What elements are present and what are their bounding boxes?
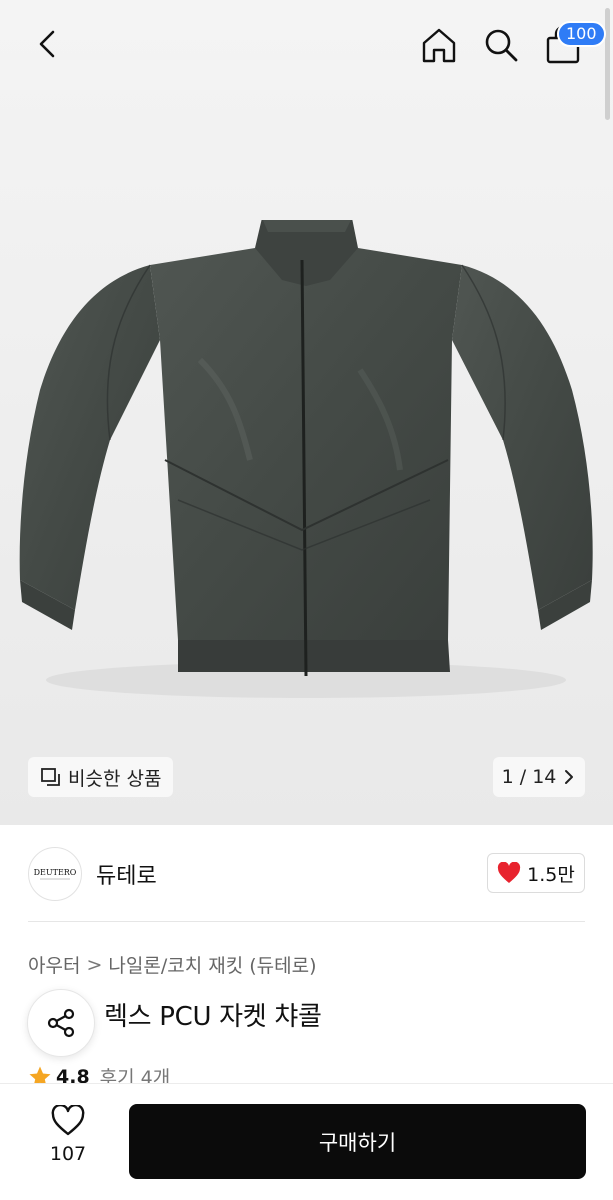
share-button[interactable]	[27, 989, 95, 1057]
cart-count-badge: 100	[557, 21, 606, 47]
divider	[28, 921, 585, 922]
brand-logo[interactable]: DEUTERO	[28, 847, 82, 901]
similar-products-label: 비슷한 상품	[68, 767, 162, 790]
back-button[interactable]	[26, 22, 70, 66]
wishlist-count: 107	[49, 1143, 87, 1165]
wishlist-button[interactable]: 107	[28, 1105, 108, 1177]
chevron-right-icon	[565, 770, 574, 784]
breadcrumb-item-category[interactable]: 아우터	[28, 951, 80, 978]
product-title-text: 렉스 PCU 자켓 챠콜	[104, 1002, 322, 1032]
home-button[interactable]	[416, 22, 462, 68]
search-icon	[485, 29, 518, 62]
similar-items-icon	[41, 768, 60, 786]
scrollbar[interactable]	[605, 8, 610, 120]
heart-filled-icon	[498, 862, 521, 883]
page-indicator-text: 1 / 14	[501, 766, 557, 788]
brand-like-button[interactable]: 1.5만	[487, 853, 585, 893]
share-icon	[47, 1008, 75, 1038]
similar-products-button[interactable]: 비슷한 상품	[28, 757, 174, 797]
brand-logo-text: DEUTERO	[34, 868, 77, 877]
breadcrumb-item-subcategory[interactable]: 나일론/코치 재킷 (듀테로)	[108, 951, 316, 978]
home-icon	[422, 28, 456, 63]
image-page-indicator[interactable]: 1 / 14	[493, 757, 585, 797]
brand-like-count: 1.5만	[527, 863, 575, 886]
buy-button[interactable]: 구매하기	[129, 1104, 586, 1179]
product-image	[19, 220, 593, 698]
chevron-left-icon	[39, 30, 55, 58]
brand-logo-image: DEUTERO	[34, 868, 77, 880]
search-button[interactable]	[478, 22, 524, 68]
brand-name[interactable]: 듀테로	[96, 858, 157, 890]
heart-outline-icon	[51, 1105, 85, 1136]
breadcrumb-separator: >	[86, 953, 103, 976]
breadcrumb: 아우터 > 나일론/코치 재킷 (듀테로)	[28, 951, 316, 978]
product-image-gallery[interactable]: 100 비슷한 상품 1 / 14	[0, 0, 613, 825]
